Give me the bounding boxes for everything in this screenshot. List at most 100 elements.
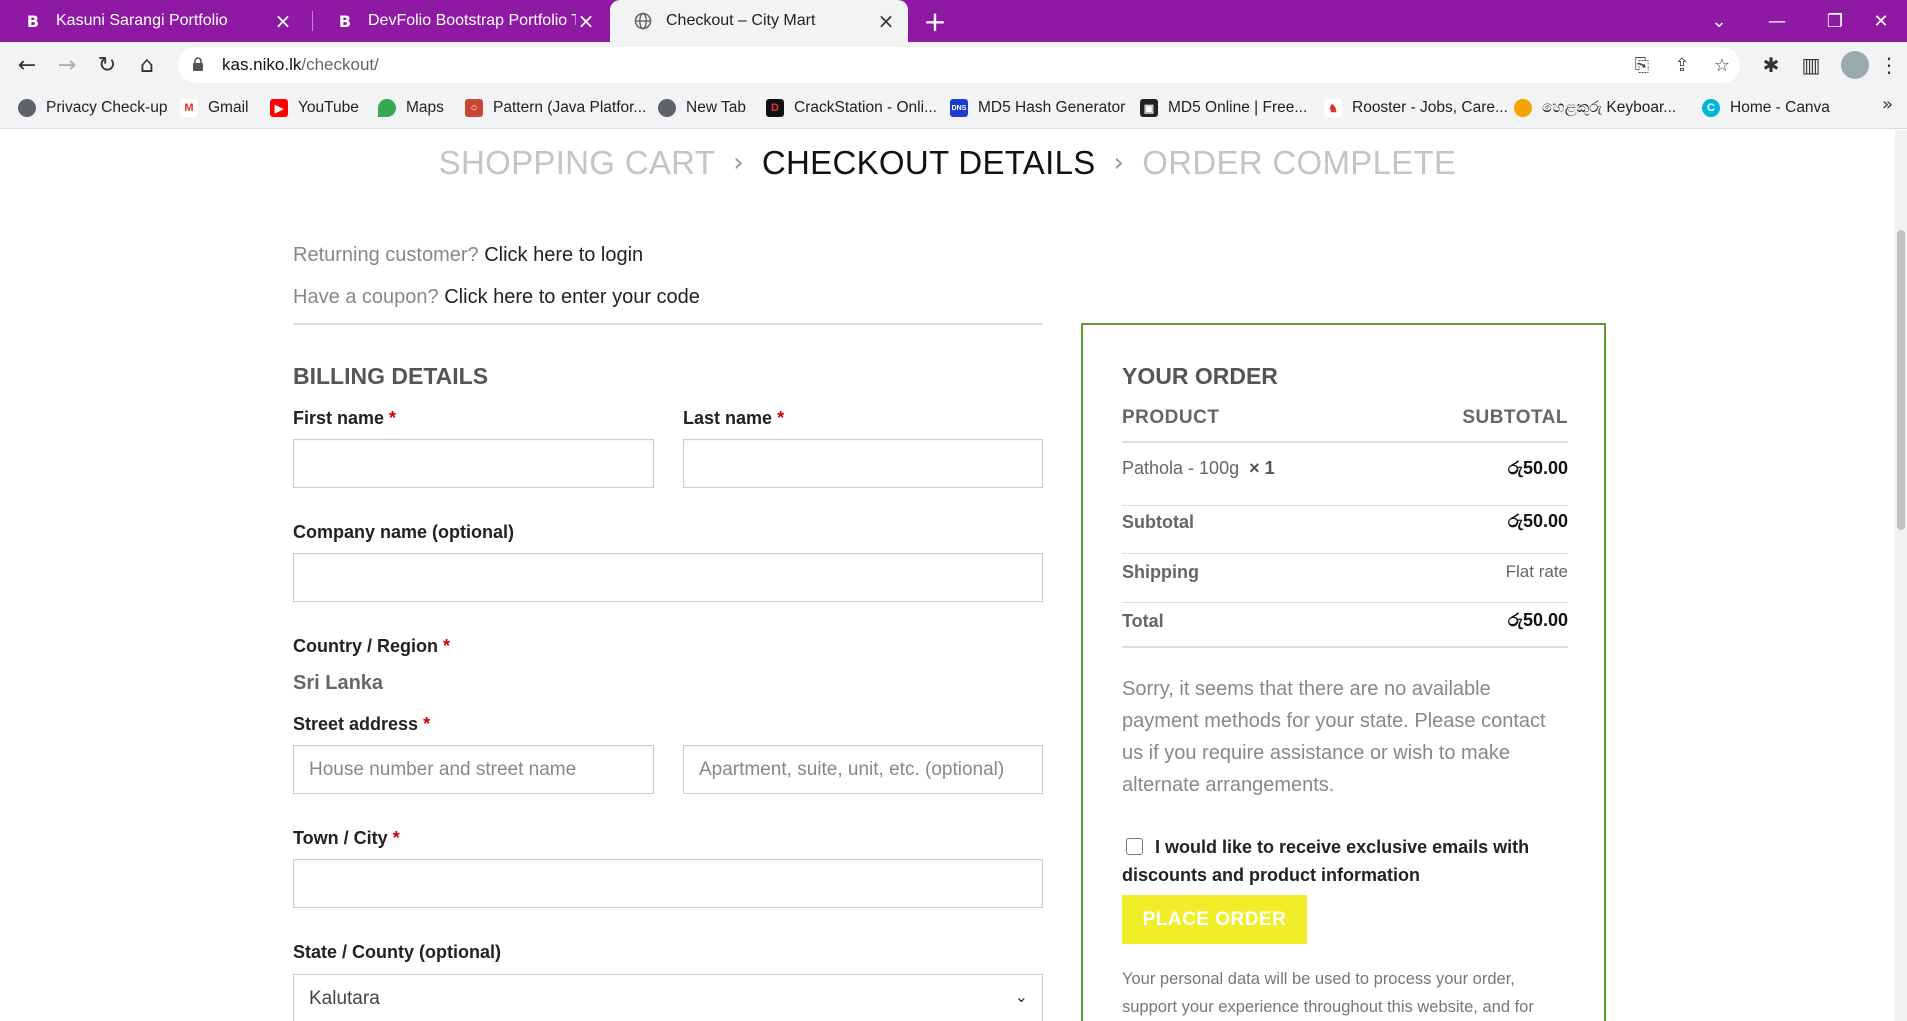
bookmark-crackstation[interactable]: D CrackStation - Onli... <box>766 99 937 117</box>
back-icon[interactable]: ← <box>12 50 42 80</box>
canva-icon: C <box>1702 99 1720 117</box>
bookmark-helakuru[interactable]: හෙළකුරු Keyboar... <box>1514 99 1676 117</box>
coupon-link[interactable]: Click here to enter your code <box>444 286 700 308</box>
last-name-field[interactable] <box>683 439 1043 488</box>
newsletter-label[interactable]: I would like to receive exclusive emails… <box>1122 837 1529 885</box>
street-address-line1-field[interactable]: House number and street name <box>293 745 654 794</box>
divider <box>1122 646 1568 648</box>
side-panel-icon[interactable]: ▥ <box>1797 51 1825 79</box>
returning-customer-notice: Returning customer? Click here to login <box>293 244 644 266</box>
bookmark-new-tab[interactable]: New Tab <box>658 99 746 117</box>
order-item-name: Pathola - 100g × 1 <box>1122 458 1275 478</box>
bookmark-star-icon[interactable]: ☆ <box>1708 51 1736 79</box>
globe-icon <box>632 10 654 32</box>
country-value: Sri Lanka <box>293 672 384 694</box>
company-field[interactable] <box>293 553 1043 602</box>
shipping-value: Flat rate <box>1505 562 1568 581</box>
new-tab-button[interactable]: + <box>920 5 950 38</box>
forward-icon[interactable]: → <box>52 50 82 80</box>
crackstation-icon: D <box>766 99 784 117</box>
lock-icon[interactable] <box>192 56 208 74</box>
state-selected-value: Kalutara <box>309 987 380 1009</box>
first-name-field[interactable] <box>293 439 654 488</box>
billing-heading: BILLING DETAILS <box>293 363 489 389</box>
step-checkout-details: CHECKOUT DETAILS <box>761 144 1096 181</box>
no-payment-methods-message: Sorry, it seems that there are no availa… <box>1122 678 1546 796</box>
required-mark: * <box>392 828 400 848</box>
order-item-price: රු50.00 <box>1507 458 1568 478</box>
last-name-label: Last name * <box>683 408 785 428</box>
login-link[interactable]: Click here to login <box>484 244 643 266</box>
close-window-icon[interactable]: ✕ <box>1856 0 1906 42</box>
newsletter-checkbox[interactable] <box>1126 838 1143 855</box>
bookmark-rooster[interactable]: ♞ Rooster - Jobs, Care... <box>1324 99 1508 117</box>
divider <box>1122 553 1568 554</box>
bookmarks-overflow-icon[interactable]: » <box>1882 94 1893 115</box>
bookmark-privacy-checkup[interactable]: Privacy Check-up <box>18 99 167 117</box>
tab-devfolio[interactable]: B DevFolio Bootstrap Portfolio Tem × <box>312 0 608 42</box>
coupon-notice: Have a coupon? Click here to enter your … <box>293 286 700 308</box>
tab-search-icon[interactable]: ⌄ <box>1690 0 1748 42</box>
divider <box>1122 441 1568 443</box>
bookmark-md5-online[interactable]: ▣ MD5 Online | Free... <box>1140 99 1307 117</box>
first-name-label: First name * <box>293 408 397 428</box>
url-host: kas.niko.lk <box>222 55 302 74</box>
translate-icon[interactable]: ⎘ <box>1628 51 1656 79</box>
bookmark-maps[interactable]: Maps <box>378 99 444 117</box>
bookmarks-bar: Privacy Check-up M Gmail ▶ YouTube Maps ○ P… <box>0 89 1907 129</box>
shipping-label: Shipping <box>1122 562 1199 582</box>
close-icon[interactable]: × <box>273 9 293 33</box>
page-scrollbar[interactable] <box>1895 130 1907 1021</box>
address-bar[interactable]: kas.niko.lk/checkout/ <box>178 47 1740 83</box>
bookmark-canva[interactable]: C Home - Canva <box>1702 99 1830 117</box>
youtube-icon: ▶ <box>270 99 288 117</box>
bookmark-md5-generator[interactable]: DNS MD5 Hash Generator <box>950 99 1125 117</box>
required-mark: * <box>423 714 431 734</box>
tab-strip: B Kasuni Sarangi Portfolio × B DevFolio … <box>0 0 1907 42</box>
close-icon[interactable]: × <box>876 9 896 33</box>
share-icon[interactable]: ⇪ <box>1668 51 1696 79</box>
rooster-icon: ♞ <box>1324 99 1342 117</box>
extensions-icon[interactable]: ✱ <box>1757 51 1785 79</box>
divider <box>1122 602 1568 603</box>
city-label: Town / City * <box>293 828 400 848</box>
tab-title: Kasuni Sarangi Portfolio <box>56 12 228 29</box>
col-subtotal-header: SUBTOTAL <box>1462 407 1568 428</box>
required-mark: * <box>443 636 451 656</box>
step-order-complete: ORDER COMPLETE <box>1142 144 1457 181</box>
maps-pin-icon <box>378 99 396 117</box>
street-address-line2-field[interactable]: Apartment, suite, unit, etc. (optional) <box>683 745 1043 794</box>
tab-kasuni-portfolio[interactable]: B Kasuni Sarangi Portfolio × <box>0 0 305 42</box>
close-icon[interactable]: × <box>576 9 596 33</box>
order-heading: YOUR ORDER <box>1122 363 1278 389</box>
bootstrap-icon: B <box>338 11 352 31</box>
bookmark-youtube[interactable]: ▶ YouTube <box>270 99 359 117</box>
state-select[interactable]: Kalutara ⌄ <box>293 974 1043 1021</box>
total-label: Total <box>1122 611 1164 631</box>
step-shopping-cart[interactable]: SHOPPING CART <box>439 144 716 182</box>
required-mark: * <box>389 408 397 428</box>
city-field[interactable] <box>293 859 1043 908</box>
state-label: State / County (optional) <box>293 942 501 962</box>
toolbar: ← → ↻ ⌂ kas.niko.lk/checkout/ ⎘ ⇪ ☆ <box>0 42 1907 89</box>
scrollbar-thumb[interactable] <box>1897 230 1905 530</box>
subtotal-value: රු50.00 <box>1507 511 1568 531</box>
reload-icon[interactable]: ↻ <box>92 50 122 80</box>
divider <box>293 323 1043 325</box>
order-item-qty: × 1 <box>1249 458 1275 478</box>
bookmark-gmail[interactable]: M Gmail <box>180 99 248 117</box>
menu-icon[interactable]: ⋮ <box>1879 51 1899 79</box>
bootstrap-icon: B <box>26 11 40 31</box>
minimize-icon[interactable]: — <box>1748 0 1806 42</box>
tab-checkout-city-mart[interactable]: Checkout – City Mart × <box>610 0 908 42</box>
helakuru-icon <box>1514 99 1532 117</box>
required-mark: * <box>777 408 785 428</box>
subtotal-label: Subtotal <box>1122 512 1194 532</box>
place-order-button[interactable]: PLACE ORDER <box>1122 895 1307 944</box>
profile-avatar[interactable] <box>1841 51 1869 79</box>
country-label: Country / Region * <box>293 636 451 656</box>
bookmark-pattern-java[interactable]: ○ Pattern (Java Platfor... <box>465 99 646 117</box>
tab-title: DevFolio Bootstrap Portfolio Tem <box>368 12 576 29</box>
home-icon[interactable]: ⌂ <box>132 50 162 80</box>
order-review-box: YOUR ORDER PRODUCT SUBTOTAL Pathola - 10… <box>1081 323 1606 1021</box>
